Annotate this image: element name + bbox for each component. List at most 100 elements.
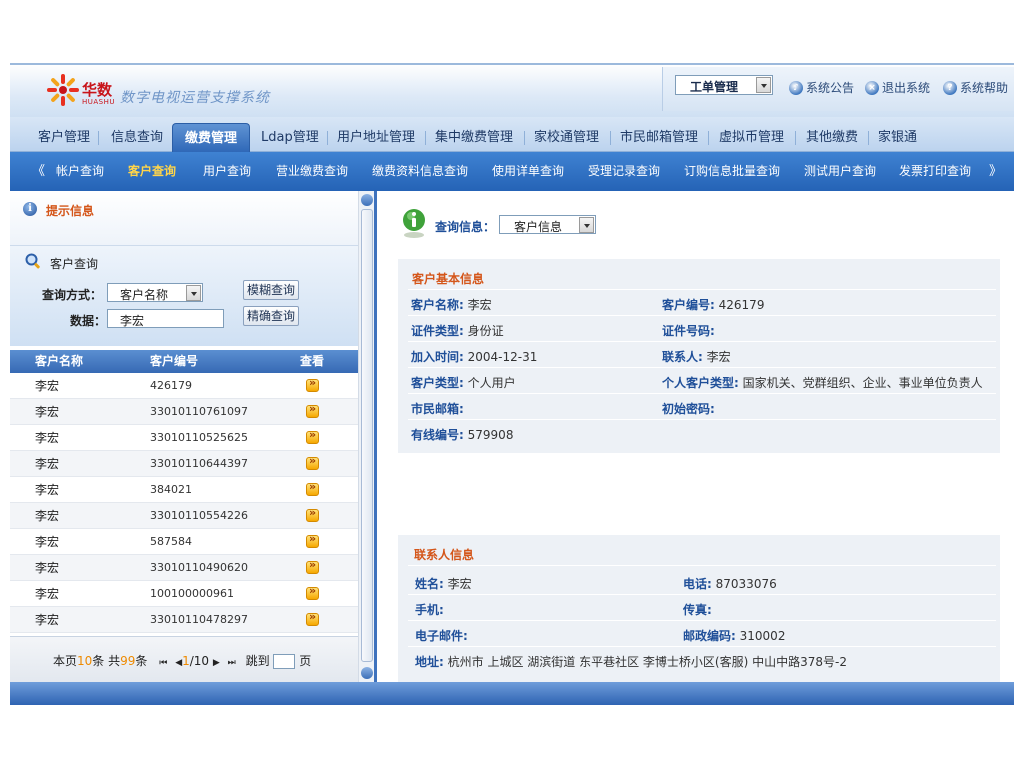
data-input[interactable]: 李宏 (107, 309, 224, 328)
subtab-invoice-print-query[interactable]: 发票打印查询 (899, 152, 971, 191)
fuzzy-search-button[interactable]: 模糊查询 (243, 280, 299, 300)
tab-other-payment[interactable]: 其他缴费 (802, 123, 862, 152)
subtab-customer-query[interactable]: 客户查询 (128, 152, 176, 191)
chevron-down-icon[interactable] (186, 285, 201, 301)
tab-address-mgmt[interactable]: 用户地址管理 (333, 123, 419, 152)
search-icon (25, 253, 40, 269)
customer-id-cell: 33010110761097 (150, 405, 248, 418)
field-value: 426179 (718, 298, 765, 312)
table-row[interactable]: 李宏 33010110554226 (10, 503, 358, 529)
work-order-select[interactable]: 工单管理 (675, 75, 773, 95)
column-header-id[interactable]: 客户编号 (150, 350, 198, 373)
field-value: 个人用户 (467, 376, 516, 390)
customer-type-field: 客户类型: 个人用户 (411, 374, 516, 391)
nav-divider (98, 131, 99, 145)
subtab-user-query[interactable]: 用户查询 (203, 152, 251, 191)
view-arrow-icon[interactable] (306, 610, 319, 626)
subtab-order-batch-query[interactable]: 订购信息批量查询 (684, 152, 780, 191)
table-row[interactable]: 李宏 426179 (10, 373, 358, 399)
subtab-account-query[interactable]: 帐户查询 (56, 152, 104, 191)
table-row[interactable]: 李宏 33010110478297 (10, 607, 358, 633)
tip-title: 提示信息 (46, 204, 95, 218)
subtab-test-user-query[interactable]: 测试用户查询 (804, 152, 876, 191)
tab-customer-mgmt[interactable]: 客户管理 (34, 123, 94, 152)
next-page-icon[interactable]: ▶ (213, 658, 220, 668)
table-row[interactable]: 李宏 100100000961 (10, 581, 358, 607)
initial-password-field: 初始密码: (662, 400, 715, 417)
main-nav: 客户管理 信息查询 缴费管理 Ldap管理 用户地址管理 集中缴费管理 家校通管… (10, 117, 1014, 152)
field-label: 加入时间: (411, 350, 464, 364)
field-label: 客户类型: (411, 376, 464, 390)
nav-prev-icon[interactable]: 《 (32, 152, 45, 191)
nav-divider (524, 131, 525, 145)
customer-id-cell: 384021 (150, 483, 192, 496)
column-header-name[interactable]: 客户名称 (35, 350, 83, 373)
view-arrow-icon[interactable] (306, 402, 319, 418)
contact-phone-field: 电话: 87033076 (683, 575, 777, 592)
announcement-link[interactable]: ♪ 系统公告 (789, 79, 854, 96)
view-arrow-icon[interactable] (306, 558, 319, 574)
table-row[interactable]: 李宏 33010110490620 (10, 555, 358, 581)
tab-citizen-mail[interactable]: 市民邮箱管理 (616, 123, 702, 152)
table-row[interactable]: 李宏 384021 (10, 477, 358, 503)
subtab-usage-detail-query[interactable]: 使用详单查询 (492, 152, 564, 191)
field-label: 市民邮箱: (411, 402, 464, 416)
header-tools: 工单管理 ♪ 系统公告 × 退出系统 ? 系统帮助 (662, 67, 1014, 111)
subtab-acceptance-record-query[interactable]: 受理记录查询 (588, 152, 660, 191)
citizen-mail-field: 市民邮箱: (411, 400, 464, 417)
page-label: 页 (299, 654, 312, 668)
view-arrow-icon[interactable] (306, 532, 319, 548)
table-row[interactable]: 李宏 33010110761097 (10, 399, 358, 425)
customer-name-field: 客户名称: 李宏 (411, 296, 492, 313)
tip-panel: i 提示信息 (10, 191, 358, 246)
tab-virtual-currency[interactable]: 虚拟币管理 (715, 123, 788, 152)
table-row[interactable]: 李宏 33010110644397 (10, 451, 358, 477)
query-info-select[interactable]: 客户信息 (499, 215, 596, 234)
scroll-up-icon[interactable] (361, 194, 373, 206)
contact-info-card: 联系人信息 姓名: 李宏 电话: 87033076 手机: 传真: 电子邮件: … (398, 535, 1000, 689)
subtab-business-payment-query[interactable]: 营业缴费查询 (276, 152, 348, 191)
customer-name-cell: 李宏 (35, 431, 60, 445)
customer-name-cell: 李宏 (35, 587, 60, 601)
field-label: 电子邮件: (415, 629, 468, 643)
left-panel-scrollbar[interactable] (358, 191, 374, 682)
scroll-down-icon[interactable] (361, 667, 373, 679)
contact-zip-field: 邮政编码: 310002 (683, 627, 785, 644)
first-page-icon[interactable]: ⏮ (159, 658, 167, 668)
view-arrow-icon[interactable] (306, 454, 319, 470)
tab-ldap-mgmt[interactable]: Ldap管理 (257, 123, 323, 152)
tab-payment-mgmt[interactable]: 缴费管理 (172, 123, 251, 152)
logout-link[interactable]: × 退出系统 (865, 79, 930, 96)
help-link[interactable]: ? 系统帮助 (943, 79, 1008, 96)
view-arrow-icon[interactable] (306, 584, 319, 600)
page-jump-input[interactable] (273, 654, 296, 669)
chevron-down-icon[interactable] (756, 77, 771, 93)
last-page-icon[interactable]: ⏭ (228, 658, 236, 668)
view-arrow-icon[interactable] (306, 428, 319, 444)
divider (408, 565, 996, 566)
customer-no-field: 客户编号: 426179 (662, 296, 764, 313)
chevron-down-icon[interactable] (579, 217, 594, 233)
view-arrow-icon[interactable] (306, 376, 319, 392)
id-number-field: 证件号码: (662, 322, 715, 339)
scrollbar-thumb[interactable] (361, 209, 373, 662)
subtab-payment-info-query[interactable]: 缴费资料信息查询 (372, 152, 468, 191)
nav-next-icon[interactable]: 》 (989, 152, 1002, 191)
system-title: 数字电视运营支撑系统 (120, 90, 270, 106)
exact-search-button[interactable]: 精确查询 (243, 306, 299, 326)
field-label: 初始密码: (662, 402, 715, 416)
nav-divider (795, 131, 796, 145)
tab-jiayintong[interactable]: 家银通 (874, 123, 921, 152)
tab-central-payment[interactable]: 集中缴费管理 (431, 123, 517, 152)
table-row[interactable]: 李宏 587584 (10, 529, 358, 555)
view-arrow-icon[interactable] (306, 506, 319, 522)
total-pages: /10 (189, 654, 210, 668)
tab-school-mgmt[interactable]: 家校通管理 (530, 123, 603, 152)
view-arrow-icon[interactable] (306, 480, 319, 496)
tab-info-query[interactable]: 信息查询 (107, 123, 167, 152)
results-table-body: 李宏 426179 李宏 33010110761097 李宏 330101105256… (10, 373, 358, 633)
query-mode-select[interactable]: 客户名称 (107, 283, 203, 302)
divider (408, 620, 996, 621)
table-row[interactable]: 李宏 33010110525625 (10, 425, 358, 451)
customer-id-cell: 33010110525625 (150, 431, 248, 444)
